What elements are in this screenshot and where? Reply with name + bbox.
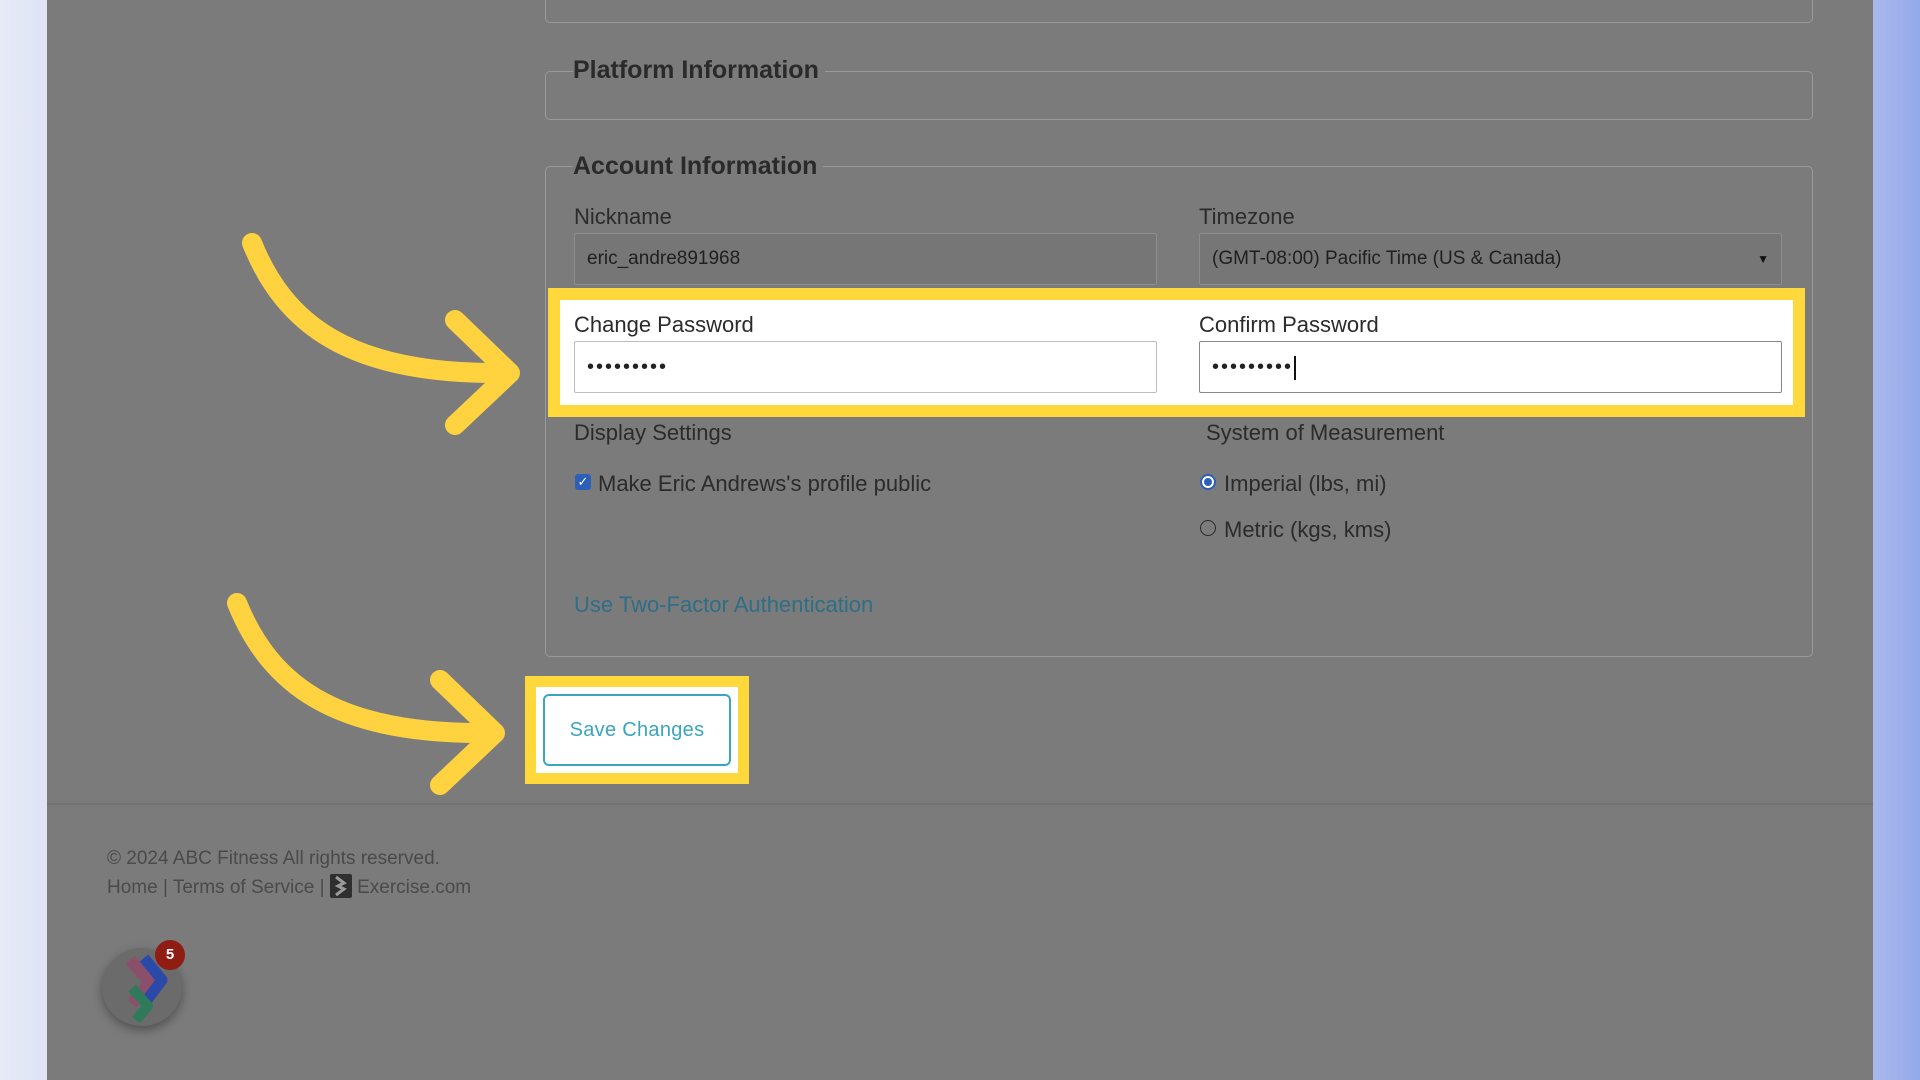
nickname-input[interactable]: eric_andre891968 bbox=[574, 233, 1157, 285]
text-caret bbox=[1294, 355, 1297, 380]
metric-radio[interactable] bbox=[1200, 520, 1216, 536]
profile-public-checkbox[interactable]: ✓ bbox=[575, 474, 591, 490]
exercise-logo-icon bbox=[329, 874, 352, 898]
change-password-label: Change Password bbox=[574, 312, 754, 337]
footer-terms-link[interactable]: Terms of Service bbox=[173, 877, 314, 898]
footer-exercise-link[interactable]: Exercise.com bbox=[357, 877, 471, 898]
curved-arrow-icon bbox=[227, 593, 505, 795]
nickname-label: Nickname bbox=[574, 204, 672, 229]
confirm-password-value: ••••••••• bbox=[1212, 356, 1294, 378]
footer-home-link[interactable]: Home bbox=[107, 877, 158, 898]
measurement-label: System of Measurement bbox=[1206, 420, 1445, 445]
two-factor-link[interactable]: Use Two-Factor Authentication bbox=[574, 592, 873, 618]
save-highlight: Save Changes bbox=[525, 676, 749, 784]
caret-down-icon: ▼ bbox=[1757, 252, 1769, 266]
metric-label[interactable]: Metric (kgs, kms) bbox=[1224, 517, 1391, 543]
change-password-input[interactable]: ••••••••• bbox=[574, 341, 1157, 393]
footer-links: Home | Terms of Service | Exercise.com bbox=[107, 874, 471, 899]
previous-section-box bbox=[545, 0, 1813, 23]
timezone-label: Timezone bbox=[1199, 204, 1295, 229]
save-button-frame: Save Changes bbox=[536, 687, 738, 773]
display-settings-label: Display Settings bbox=[574, 420, 732, 445]
footer-separator: | bbox=[162, 877, 168, 898]
imperial-label[interactable]: Imperial (lbs, mi) bbox=[1224, 471, 1387, 497]
confirm-password-label: Confirm Password bbox=[1199, 312, 1379, 337]
profile-public-label[interactable]: Make Eric Andrews's profile public bbox=[598, 471, 931, 497]
footer-copyright: © 2024 ABC Fitness All rights reserved. bbox=[107, 848, 440, 869]
notification-badge: 5 bbox=[155, 940, 185, 970]
timezone-value: (GMT-08:00) Pacific Time (US & Canada) bbox=[1212, 248, 1562, 269]
platform-information-legend: Platform Information bbox=[573, 56, 825, 85]
account-information-legend: Account Information bbox=[573, 152, 824, 181]
footer-divider bbox=[47, 803, 1873, 805]
save-changes-button[interactable]: Save Changes bbox=[543, 694, 731, 766]
timezone-select[interactable]: (GMT-08:00) Pacific Time (US & Canada) ▼ bbox=[1199, 233, 1782, 285]
footer-separator: | bbox=[319, 877, 325, 898]
curved-arrow-icon bbox=[242, 233, 520, 435]
confirm-password-input[interactable]: ••••••••• bbox=[1199, 341, 1782, 393]
imperial-radio[interactable] bbox=[1200, 474, 1216, 490]
